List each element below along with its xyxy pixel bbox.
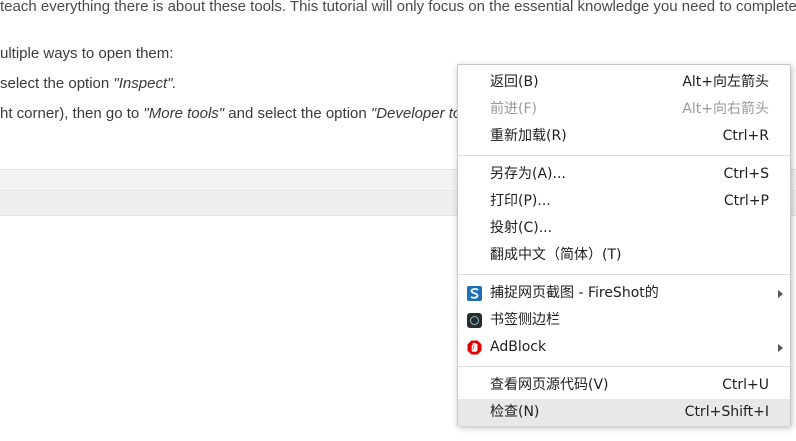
menu-item-translate[interactable]: 翻成中文（简体）(T): [458, 242, 790, 269]
page-text: select the option: [0, 75, 114, 92]
menu-item-shortcut: Alt+向右箭头: [682, 101, 769, 117]
page-text-emphasis: "More tools": [143, 105, 225, 122]
menu-item-label: AdBlock: [490, 339, 547, 355]
menu-item-shortcut: Alt+向左箭头: [682, 74, 769, 90]
menu-item-label: 捕捉网页截图 - FireShot的: [490, 285, 659, 301]
menu-item-save-as[interactable]: 另存为(A)... Ctrl+S: [458, 161, 790, 188]
browser-page: teach everything there is about these to…: [0, 0, 796, 441]
menu-item-shortcut: Ctrl+R: [722, 128, 769, 144]
menu-item-print[interactable]: 打印(P)... Ctrl+P: [458, 188, 790, 215]
page-text-line: teach everything there is about these to…: [0, 0, 796, 17]
chevron-right-icon: [778, 290, 783, 298]
adblock-icon: [467, 340, 482, 355]
menu-item-label: 打印(P)...: [490, 193, 551, 209]
page-text-emphasis: "Inspect".: [113, 75, 177, 92]
menu-item-fireshot[interactable]: 捕捉网页截图 - FireShot的: [458, 280, 790, 307]
menu-item-label: 另存为(A)...: [490, 166, 566, 182]
page-text: ht corner), then go to: [0, 105, 144, 122]
menu-item-shortcut: Ctrl+U: [722, 377, 769, 393]
menu-separator: [458, 366, 790, 367]
bookmark-sidebar-icon: [467, 313, 482, 328]
menu-item-back[interactable]: 返回(B) Alt+向左箭头: [458, 69, 790, 96]
menu-item-bookmark-sidebar[interactable]: 书签侧边栏: [458, 307, 790, 334]
menu-item-view-source[interactable]: 查看网页源代码(V) Ctrl+U: [458, 372, 790, 399]
page-text-line: ht corner), then go to "More tools" and …: [0, 104, 461, 124]
menu-item-shortcut: Ctrl+P: [723, 193, 769, 209]
menu-item-label: 翻成中文（简体）(T): [490, 247, 622, 263]
chevron-right-icon: [778, 344, 783, 352]
menu-item-reload[interactable]: 重新加载(R) Ctrl+R: [458, 123, 790, 150]
menu-item-label: 重新加载(R): [490, 128, 567, 144]
menu-item-label: 查看网页源代码(V): [490, 377, 609, 393]
menu-item-label: 书签侧边栏: [490, 312, 560, 328]
fireshot-icon: [467, 286, 482, 301]
menu-item-cast[interactable]: 投射(C)...: [458, 215, 790, 242]
menu-item-forward[interactable]: 前进(F) Alt+向右箭头: [458, 96, 790, 123]
menu-item-label: 返回(B): [490, 74, 539, 90]
page-text-line: select the option "Inspect".: [0, 74, 177, 94]
menu-item-label: 前进(F): [490, 101, 537, 117]
menu-item-adblock[interactable]: AdBlock: [458, 334, 790, 361]
page-text: ultiple ways to open them:: [0, 45, 174, 62]
page-text: teach everything there is about these to…: [0, 0, 796, 15]
page-text-line: ultiple ways to open them:: [0, 44, 173, 64]
menu-item-shortcut: Ctrl+Shift+I: [684, 404, 769, 420]
page-text-emphasis: "Developer to: [370, 105, 462, 122]
context-menu: 返回(B) Alt+向左箭头 前进(F) Alt+向右箭头 重新加载(R) Ct…: [457, 64, 791, 426]
menu-item-shortcut: Ctrl+S: [723, 166, 769, 182]
menu-separator: [458, 155, 790, 156]
menu-separator: [458, 274, 790, 275]
menu-item-label: 检查(N): [490, 404, 540, 420]
menu-item-label: 投射(C)...: [490, 220, 553, 236]
page-text: and select the option: [224, 105, 371, 122]
menu-item-inspect[interactable]: 检查(N) Ctrl+Shift+I: [458, 399, 790, 426]
